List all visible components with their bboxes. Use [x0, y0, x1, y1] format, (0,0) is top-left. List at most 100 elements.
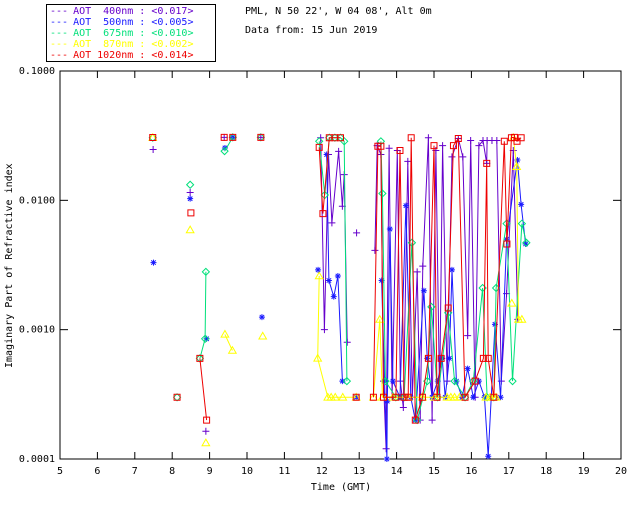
- x-tick-label: 8: [169, 466, 175, 477]
- x-tick-label: 13: [353, 466, 365, 477]
- legend-dash-icon: ---: [50, 6, 69, 17]
- legend: --- AOT 400nm : <0.017> --- AOT 500nm : <0.…: [46, 4, 216, 62]
- plus-marker: [424, 134, 432, 142]
- plus-marker: [343, 338, 351, 346]
- asterisk-marker: [325, 277, 332, 284]
- plus-marker: [202, 427, 210, 435]
- y-axis-title: Imaginary Part of Refractive index: [4, 163, 15, 368]
- x-tick-label: 14: [391, 466, 403, 477]
- x-tick-label: 18: [540, 466, 552, 477]
- asterisk-marker: [258, 314, 265, 321]
- x-tick-label: 5: [57, 466, 63, 477]
- plus-marker: [413, 268, 421, 276]
- asterisk-marker: [386, 226, 393, 233]
- plus-marker: [404, 157, 412, 165]
- asterisk-marker: [330, 293, 337, 300]
- x-tick-label: 6: [94, 466, 100, 477]
- x-axis-title: Time (GMT): [310, 482, 372, 493]
- triangle-marker: [220, 329, 230, 338]
- plus-marker: [419, 262, 427, 270]
- triangle-marker: [338, 392, 348, 401]
- legend-item-aot-400nm: --- AOT 400nm : <0.017>: [50, 6, 212, 17]
- legend-dash-icon: ---: [50, 28, 69, 39]
- x-tick-label: 20: [615, 466, 627, 477]
- refractive-index-time-series-chart: 5 6 7 8 9 10 11 12 13 14 15 16 17 18 19 20 0.1000 0.0100 0…: [0, 0, 640, 512]
- x-tick-label: 16: [465, 466, 477, 477]
- station-info-text: PML, N 50 22', W 04 08', Alt 0m: [245, 6, 432, 17]
- plus-marker: [459, 153, 467, 161]
- plus-marker: [320, 326, 328, 334]
- legend-label: AOT 870nm : <0.002>: [73, 39, 194, 50]
- diamond-marker: [172, 393, 182, 402]
- y-tick-label: 0.0100: [19, 195, 55, 206]
- legend-item-aot-1020nm: --- AOT 1020nm : <0.014>: [50, 50, 212, 61]
- legend-dash-icon: ---: [50, 50, 69, 61]
- data-date-text: Data from: 15 Jun 2019: [245, 25, 378, 36]
- plus-marker: [328, 219, 336, 227]
- legend-dash-icon: ---: [50, 39, 69, 50]
- x-tick-label: 10: [241, 466, 253, 477]
- series-line-aot-1020nm: [199, 358, 208, 421]
- legend-item-aot-675nm: --- AOT 675nm : <0.010>: [50, 28, 212, 39]
- asterisk-marker: [315, 266, 322, 273]
- y-tick-label: 0.0010: [19, 325, 55, 336]
- asterisk-marker: [187, 195, 194, 202]
- y-tick-label: 0.0001: [19, 454, 55, 465]
- x-tick-label: 19: [578, 466, 590, 477]
- asterisk-marker: [485, 453, 492, 460]
- legend-item-aot-870nm: --- AOT 870nm : <0.002>: [50, 39, 212, 50]
- plus-marker: [371, 246, 379, 254]
- y-tick-label: 0.1000: [19, 66, 55, 77]
- plus-marker: [439, 142, 447, 150]
- plus-marker: [385, 144, 393, 152]
- legend-dash-icon: ---: [50, 17, 69, 28]
- plus-marker: [186, 188, 194, 196]
- plus-marker: [220, 133, 228, 141]
- plus-marker: [399, 404, 407, 412]
- square-marker: [187, 209, 195, 217]
- plus-marker: [257, 133, 265, 141]
- legend-label: AOT 400nm : <0.017>: [73, 6, 194, 17]
- legend-label: AOT 500nm : <0.005>: [73, 17, 194, 28]
- legend-label: AOT 675nm : <0.010>: [73, 28, 194, 39]
- asterisk-marker: [518, 201, 525, 208]
- plus-marker: [149, 146, 157, 154]
- triangle-marker: [258, 331, 268, 340]
- series-line-aot-500nm: [326, 154, 343, 382]
- asterisk-marker: [464, 365, 471, 372]
- plus-marker: [428, 416, 436, 424]
- x-tick-label: 15: [428, 466, 440, 477]
- triangle-marker: [185, 225, 195, 234]
- series-line-aot-675nm: [199, 271, 207, 359]
- series-line-aot-500nm: [381, 159, 527, 460]
- asterisk-marker: [470, 394, 477, 401]
- x-tick-label: 11: [278, 466, 290, 477]
- plus-marker: [464, 332, 472, 340]
- plus-marker: [353, 229, 361, 237]
- asterisk-marker: [389, 378, 396, 385]
- plus-marker: [335, 147, 343, 155]
- asterisk-marker: [383, 456, 390, 462]
- x-tick-label: 9: [207, 466, 213, 477]
- x-tick-label: 7: [132, 466, 138, 477]
- asterisk-marker: [334, 272, 341, 279]
- legend-label: AOT 1020nm : <0.014>: [73, 50, 194, 61]
- asterisk-marker: [339, 378, 346, 385]
- plus-marker: [317, 134, 325, 142]
- asterisk-marker: [150, 259, 157, 266]
- plot-frame: [59, 70, 622, 460]
- legend-item-aot-500nm: --- AOT 500nm : <0.005>: [50, 17, 212, 28]
- x-tick-label: 17: [503, 466, 515, 477]
- triangle-marker: [201, 438, 211, 447]
- plus-marker: [467, 137, 475, 145]
- plus-marker: [493, 137, 501, 145]
- asterisk-marker: [420, 287, 427, 294]
- asterisk-marker: [446, 355, 453, 362]
- plus-marker: [448, 153, 456, 161]
- plot-canvas: 5 6 7 8 9 10 11 12 13 14 15 16 17 18 19 20 0.1000 0.0100 0…: [19, 66, 627, 477]
- asterisk-marker: [323, 151, 330, 158]
- diamond-marker: [185, 180, 195, 189]
- asterisk-marker: [402, 202, 409, 209]
- series-line-aot-400nm: [320, 137, 348, 343]
- x-tick-label: 12: [316, 466, 328, 477]
